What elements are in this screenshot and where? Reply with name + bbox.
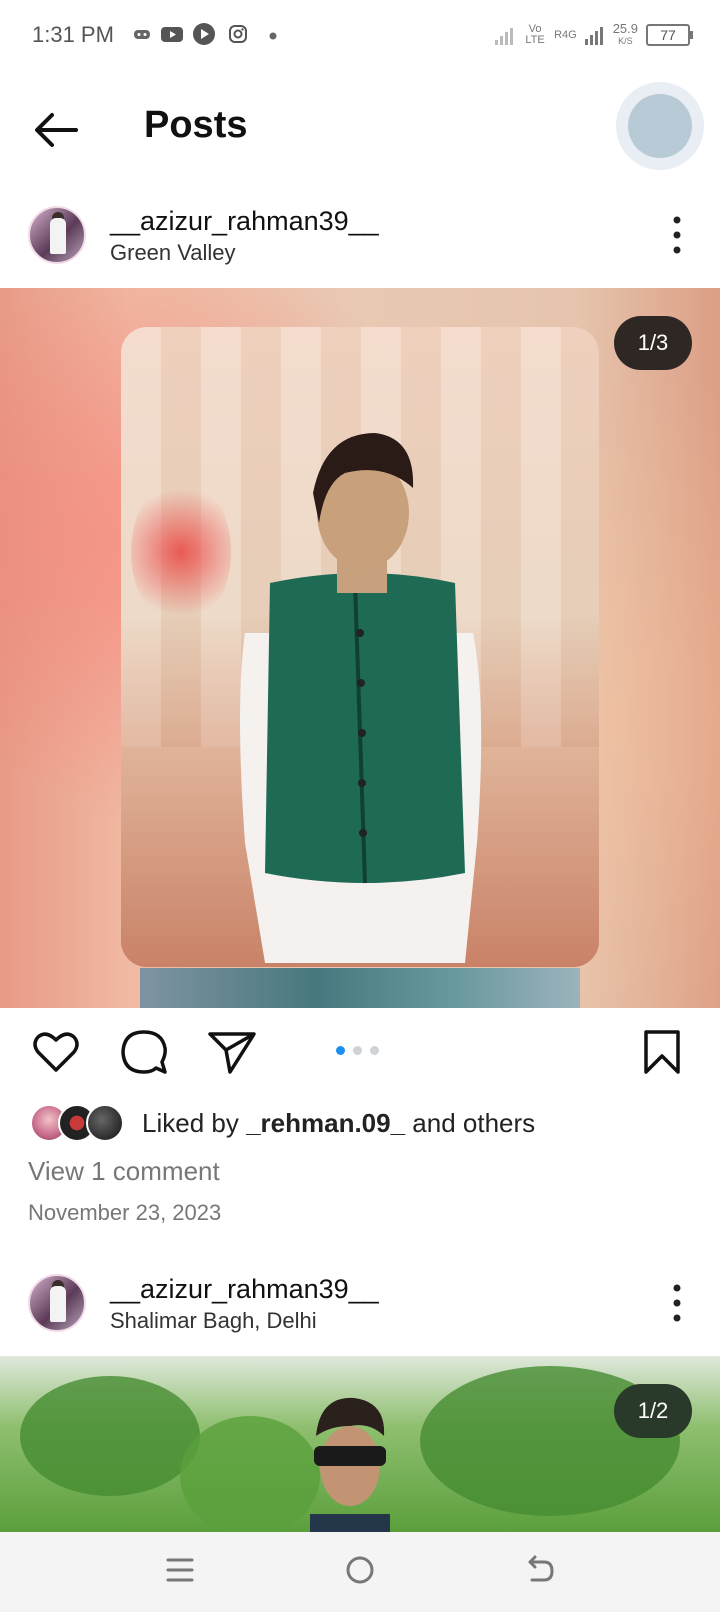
carousel-dot — [353, 1046, 362, 1055]
youtube-icon — [161, 27, 183, 42]
comment-icon[interactable] — [118, 1026, 170, 1078]
signal-weak-icon — [495, 28, 514, 45]
floating-avatar-circle — [628, 94, 692, 158]
person-figure — [310, 1397, 390, 1532]
battery-indicator: 77 — [646, 24, 693, 46]
avatar-figure — [50, 218, 66, 254]
notification-dot-icon — [269, 32, 277, 40]
volte-label: Vo LTE — [525, 23, 545, 46]
carousel-dot — [370, 1046, 379, 1055]
status-bar: 1:31 PM Vo LTE R4G 25.9 K/S 77 — [0, 0, 720, 72]
signal-strong-icon — [584, 27, 603, 45]
system-nav-bar — [0, 1532, 720, 1612]
post-location[interactable]: Shalimar Bagh, Delhi — [110, 1308, 317, 1334]
avatar-figure — [50, 1286, 66, 1322]
play-icon — [193, 23, 215, 45]
post-photo[interactable] — [121, 327, 599, 967]
carousel-dot-active — [336, 1046, 345, 1055]
media-background-band — [140, 968, 580, 1008]
tree-foliage — [20, 1376, 200, 1496]
back-nav-icon[interactable] — [520, 1550, 560, 1590]
instagram-icon — [229, 25, 247, 43]
gamepad-icon — [134, 30, 150, 39]
carousel-counter: 1/3 — [614, 316, 692, 370]
page-title: Posts — [144, 104, 248, 146]
liked-by-prefix: Liked by — [142, 1108, 239, 1138]
post-username[interactable]: __azizur_rahman39__ — [110, 206, 379, 237]
back-arrow-icon[interactable] — [30, 104, 82, 156]
speed-unit: K/S — [618, 36, 633, 46]
heart-icon[interactable] — [30, 1026, 82, 1078]
post-media[interactable] — [0, 1356, 720, 1532]
menu-icon[interactable] — [160, 1550, 200, 1590]
post-username[interactable]: __azizur_rahman39__ — [110, 1274, 379, 1305]
carousel-indicator — [336, 1046, 379, 1055]
person-figure — [240, 433, 482, 963]
liked-by-suffix: and others — [412, 1108, 536, 1138]
speed-indicator: 25.9 K/S — [612, 21, 638, 47]
status-time: 1:31 PM — [32, 22, 114, 47]
home-icon[interactable] — [340, 1550, 380, 1590]
speed-value: 25.9 — [612, 21, 638, 36]
post-avatar[interactable] — [28, 206, 86, 264]
view-comments-link[interactable]: View 1 comment — [28, 1156, 220, 1187]
bookmark-icon[interactable] — [640, 1026, 684, 1078]
more-icon[interactable] — [662, 1278, 692, 1328]
post-date: November 23, 2023 — [28, 1200, 222, 1225]
more-icon[interactable] — [662, 210, 692, 260]
liked-by-user[interactable]: _rehman.09_ — [246, 1108, 405, 1138]
liked-by-text[interactable]: Liked by _rehman.09_ and others — [142, 1108, 535, 1139]
tree-foliage — [180, 1416, 320, 1532]
status-right: Vo LTE R4G 25.9 K/S 77 — [494, 20, 693, 50]
floating-avatar-button[interactable] — [616, 82, 704, 170]
liker-avatars[interactable] — [30, 1104, 130, 1144]
network-label: R4G — [554, 29, 577, 41]
share-icon[interactable] — [206, 1026, 258, 1078]
liker-avatar — [86, 1104, 124, 1142]
carousel-counter: 1/2 — [614, 1384, 692, 1438]
post-location[interactable]: Green Valley — [110, 240, 236, 266]
post-avatar[interactable] — [28, 1274, 86, 1332]
